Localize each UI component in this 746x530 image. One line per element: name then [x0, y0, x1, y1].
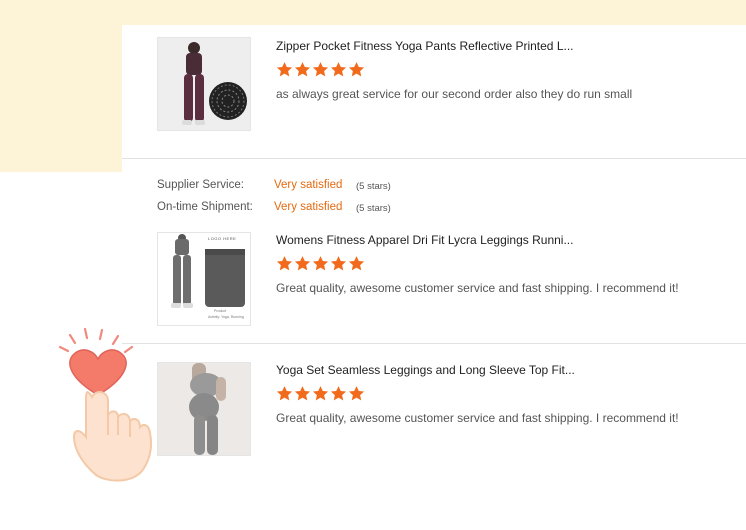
background-left-panel [0, 0, 122, 172]
thumb-brand-label: LOGO HERE [208, 236, 237, 241]
thumb-caption-line2: Activity: Yoga, Running [208, 315, 244, 319]
star-icon [330, 386, 347, 401]
pointing-hand-icon [58, 327, 152, 482]
divider [122, 343, 746, 344]
product-image-2 [158, 233, 250, 325]
star-icon [294, 256, 311, 271]
star-icon [330, 62, 347, 77]
supplier-service-label: Supplier Service: [157, 179, 244, 191]
supplier-service-stars: (5 stars) [356, 181, 391, 192]
product-thumbnail-3[interactable] [157, 362, 251, 456]
star-icon [348, 386, 365, 401]
product-image-1 [158, 38, 250, 130]
product-thumbnail-2[interactable]: LOGO HERE Product Activity: Yoga, Runnin… [157, 232, 251, 326]
star-icon [312, 386, 329, 401]
divider [122, 158, 746, 159]
star-icon [276, 62, 293, 77]
supplier-service-value: Very satisfied [274, 179, 343, 191]
heart-icon [69, 349, 127, 396]
star-icon [312, 256, 329, 271]
rating-stars-2 [276, 255, 365, 272]
star-icon [348, 62, 365, 77]
review-title-3[interactable]: Yoga Set Seamless Leggings and Long Slee… [276, 363, 575, 377]
rating-stars-3 [276, 385, 365, 402]
shipment-value: Very satisfied [274, 201, 343, 213]
star-icon [294, 386, 311, 401]
product-image-3 [158, 363, 250, 455]
star-icon [348, 256, 365, 271]
review-title-2[interactable]: Womens Fitness Apparel Dri Fit Lycra Leg… [276, 233, 573, 247]
star-icon [276, 386, 293, 401]
star-icon [276, 256, 293, 271]
star-icon [330, 256, 347, 271]
shipment-label: On-time Shipment: [157, 201, 253, 213]
shipment-stars: (5 stars) [356, 203, 391, 214]
star-icon [294, 62, 311, 77]
thumb-caption-line1: Product [214, 309, 227, 313]
sparkle-lines [58, 327, 134, 354]
review-text-1: as always great service for our second o… [276, 87, 633, 101]
review-title-1[interactable]: Zipper Pocket Fitness Yoga Pants Reflect… [276, 39, 574, 53]
star-icon [312, 62, 329, 77]
product-thumbnail-1[interactable] [157, 37, 251, 131]
review-text-2: Great quality, awesome customer service … [276, 281, 679, 295]
rating-stars-1 [276, 61, 365, 78]
review-text-3: Great quality, awesome customer service … [276, 411, 679, 425]
